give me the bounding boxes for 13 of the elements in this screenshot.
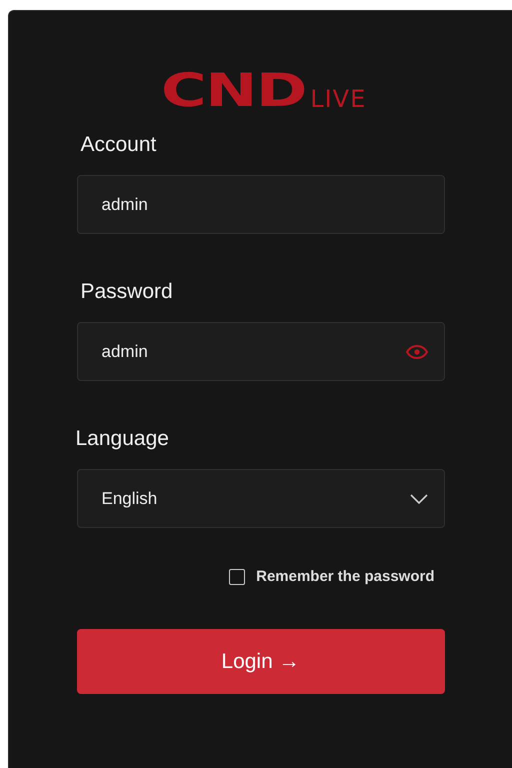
field-label: Language bbox=[76, 427, 170, 451]
remember-checkbox[interactable] bbox=[229, 568, 246, 584]
logo-mark: CND bbox=[160, 67, 306, 113]
logo-suffix: LIVE bbox=[310, 87, 366, 111]
field-label: Account bbox=[80, 133, 158, 157]
eye-icon[interactable] bbox=[406, 344, 428, 358]
chevron-down-icon bbox=[410, 494, 428, 504]
language-select[interactable]: English bbox=[76, 469, 444, 528]
field-label: Password bbox=[80, 280, 174, 304]
login-button[interactable]: Login → bbox=[76, 629, 444, 694]
account-field[interactable]: admin bbox=[76, 175, 444, 234]
remember-label: Remember the password bbox=[256, 568, 434, 585]
password-field[interactable]: admin bbox=[76, 322, 444, 381]
